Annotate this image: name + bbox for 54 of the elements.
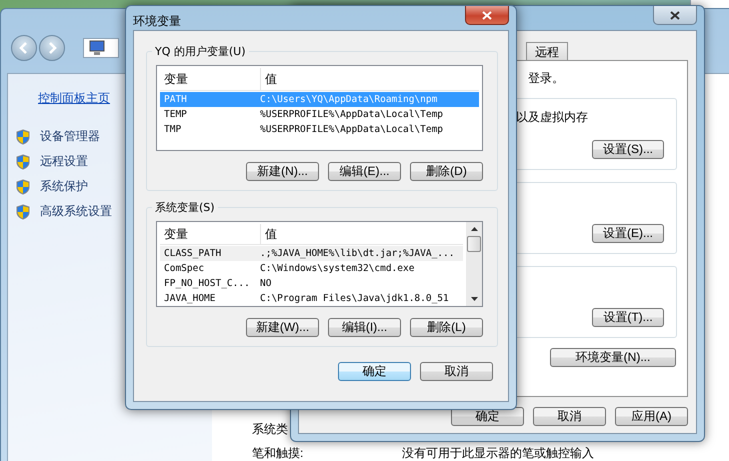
- scroll-down-icon: [470, 297, 478, 301]
- address-bar[interactable]: [83, 38, 119, 58]
- forward-button[interactable]: [39, 35, 65, 61]
- task-link[interactable]: 远程设置: [16, 149, 88, 174]
- column-header[interactable]: 值: [261, 68, 277, 90]
- scrollbar[interactable]: [466, 222, 482, 306]
- back-button[interactable]: [11, 35, 37, 61]
- tab[interactable]: 远程: [526, 42, 568, 60]
- settings-button[interactable]: 设置(T)...: [592, 308, 664, 327]
- list-row[interactable]: FP_NO_HOST_C... NO: [160, 276, 463, 291]
- settings-button[interactable]: 设置(E)...: [592, 224, 664, 243]
- list-action-button[interactable]: 编辑(I)...: [328, 318, 401, 337]
- close-button[interactable]: [465, 6, 509, 25]
- list-action-button[interactable]: 新建(W)...: [246, 318, 319, 337]
- scroll-thumb[interactable]: [467, 236, 481, 252]
- list-row[interactable]: CLASS_PATH .;%JAVA_HOME%\lib\dt.jar;%JAVA_...: [160, 246, 463, 261]
- dialog-button[interactable]: 取消: [533, 407, 606, 426]
- column-header[interactable]: 变量: [160, 68, 261, 90]
- shield-icon: [16, 204, 30, 220]
- description-text: 登录。: [528, 70, 564, 87]
- environment-variables-button[interactable]: 环境变量(N)...: [550, 348, 676, 367]
- list-action-button[interactable]: 新建(N)...: [246, 162, 319, 181]
- task-link[interactable]: 系统保护: [16, 174, 88, 199]
- dialog-button[interactable]: 应用(A): [615, 407, 688, 426]
- group-text: 以及虚拟内存: [516, 109, 588, 126]
- group-title: 系统变量(S): [152, 200, 218, 215]
- list-row[interactable]: TEMP %USERPROFILE%\AppData\Local\Temp: [160, 107, 479, 122]
- list-action-button[interactable]: 编辑(E)...: [328, 162, 401, 181]
- computer-icon: [88, 40, 106, 56]
- close-icon: [482, 10, 492, 20]
- dialog-button[interactable]: 确定: [338, 362, 411, 381]
- dialog-button[interactable]: 取消: [420, 362, 493, 381]
- settings-button[interactable]: 设置(S)...: [592, 140, 664, 159]
- list-row[interactable]: ComSpec C:\Windows\system32\cmd.exe: [160, 261, 463, 276]
- detail-value: 没有可用于此显示器的笔或触控输入: [402, 444, 594, 461]
- close-button[interactable]: [653, 6, 697, 25]
- list-action-button[interactable]: 删除(D): [410, 162, 483, 181]
- detail-label: 系统类: [252, 420, 289, 438]
- shield-icon: [16, 154, 30, 170]
- task-link[interactable]: 高级系统设置: [16, 199, 112, 224]
- control-panel-home-link[interactable]: 控制面板主页: [38, 90, 110, 107]
- list-action-button[interactable]: 删除(L): [410, 318, 483, 337]
- list-row[interactable]: TMP %USERPROFILE%\AppData\Local\Temp: [160, 122, 479, 137]
- group-title: YQ 的用户变量(U): [152, 44, 249, 59]
- window-title: 环境变量: [133, 13, 181, 30]
- list-row[interactable]: JAVA_HOME C:\Program Files\Java\jdk1.8.0_51: [160, 291, 463, 306]
- shield-icon: [16, 178, 30, 194]
- column-header[interactable]: 值: [261, 224, 277, 244]
- scroll-up-icon: [470, 227, 478, 231]
- close-icon: [670, 10, 680, 20]
- detail-label: 笔和触摸:: [252, 444, 304, 461]
- task-link[interactable]: 设备管理器: [16, 124, 100, 149]
- column-header[interactable]: 变量: [160, 224, 261, 244]
- shield-icon: [16, 128, 30, 144]
